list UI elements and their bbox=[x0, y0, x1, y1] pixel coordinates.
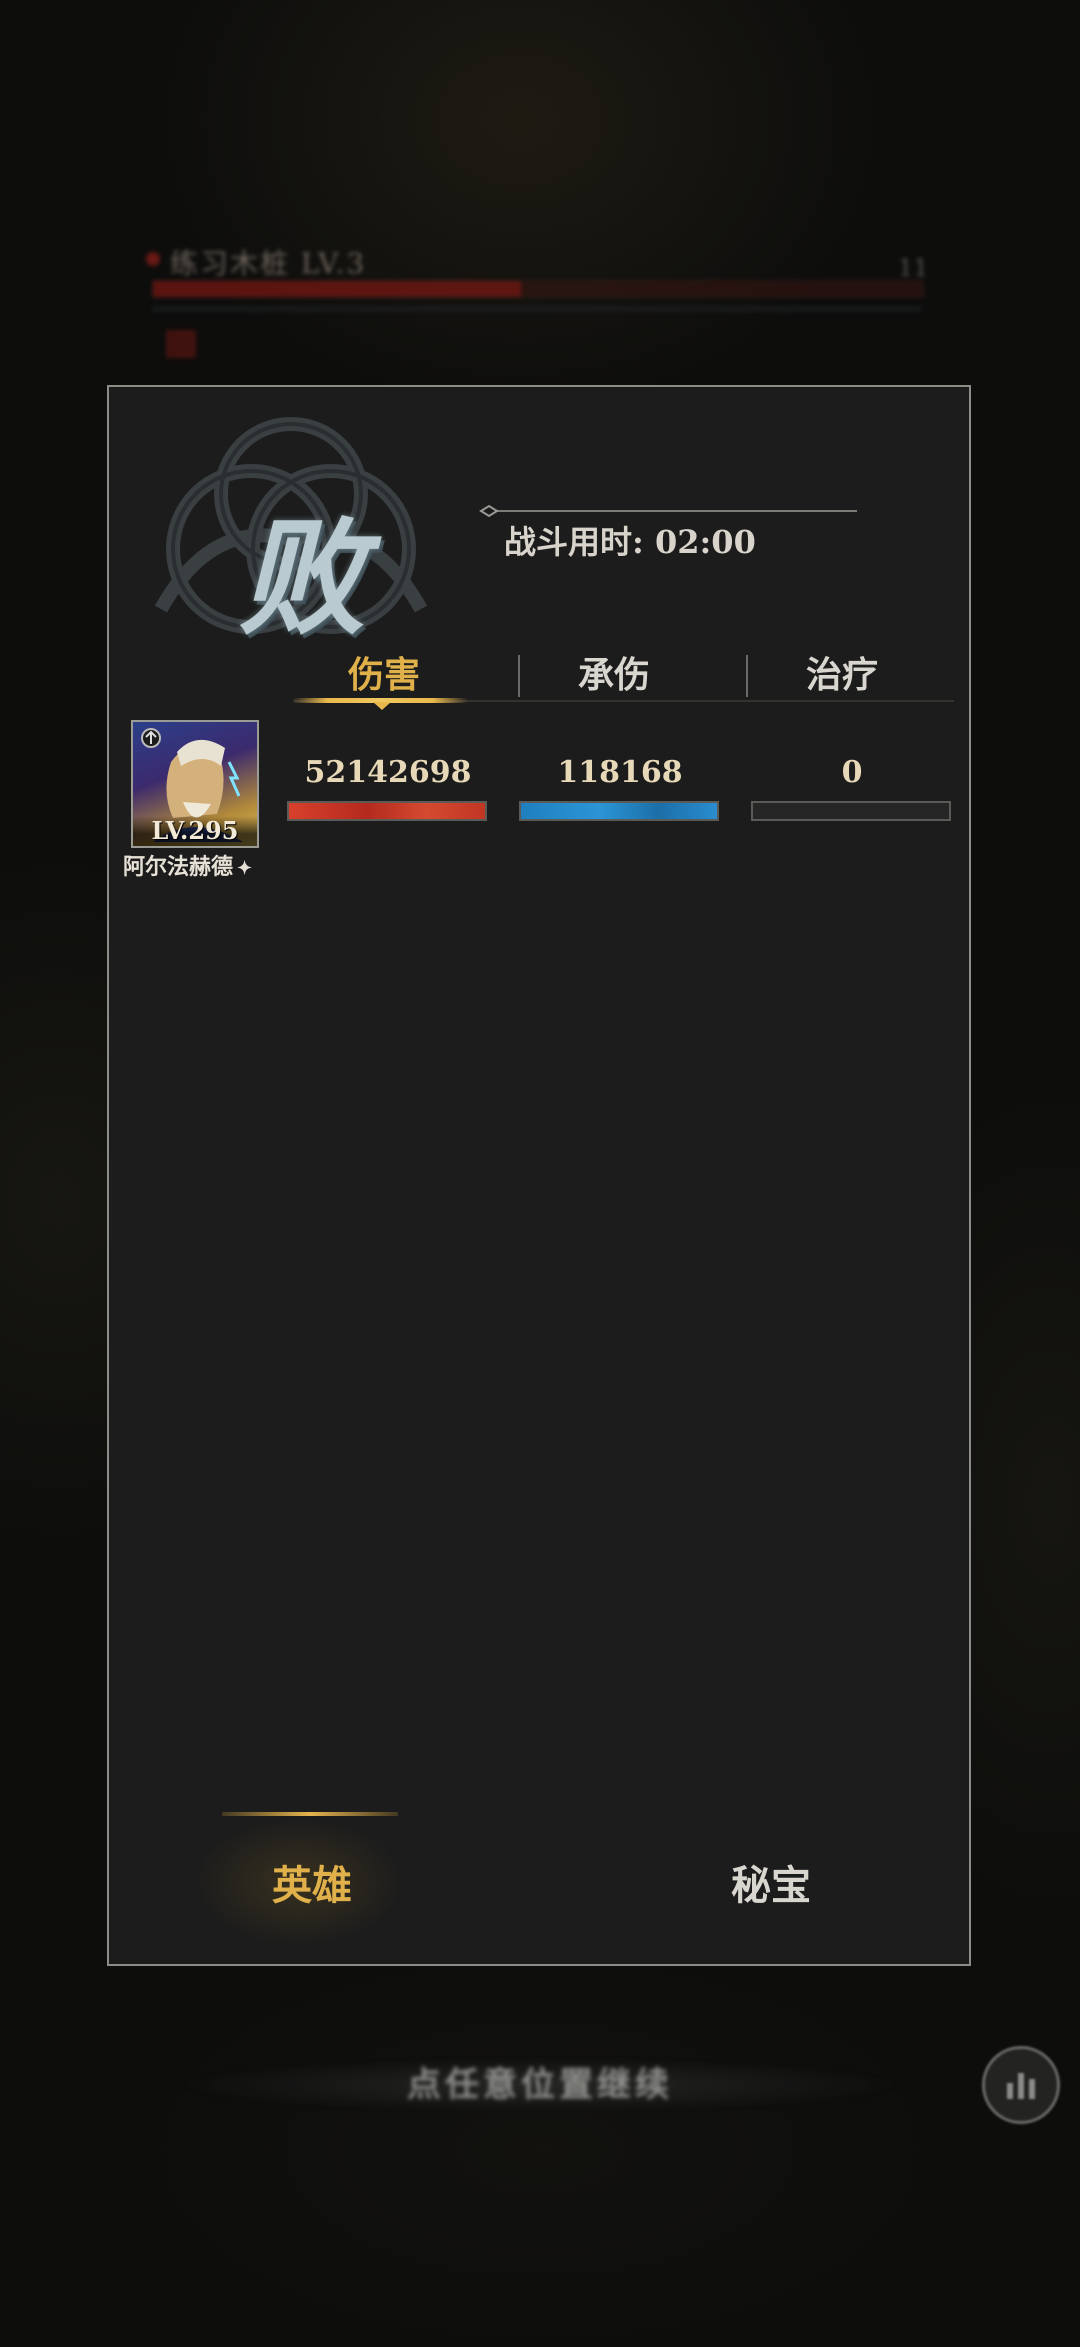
defeat-title: 败 bbox=[239, 504, 365, 652]
tab-damage-taken[interactable]: 承伤 bbox=[529, 645, 699, 705]
hero-portrait[interactable]: LV.295 bbox=[131, 720, 259, 848]
tab-relics[interactable]: 秘宝 bbox=[731, 1853, 811, 1911]
bar-chart-icon bbox=[1007, 2073, 1035, 2099]
enemy-health-bar bbox=[152, 280, 924, 298]
sparkle-icon: ✦ bbox=[237, 858, 253, 879]
stage-count: 11 bbox=[898, 254, 929, 282]
tap-to-continue-hint[interactable]: 点任意位置继续 bbox=[150, 2055, 930, 2115]
healing-value: 0 bbox=[841, 755, 863, 790]
damage-bar bbox=[287, 801, 487, 821]
tab-separator bbox=[746, 655, 748, 697]
stage-title: 练习木桩 LV.3 bbox=[170, 247, 367, 280]
damage-value: 52142698 bbox=[304, 755, 472, 790]
enemy-marker-icon bbox=[146, 252, 160, 266]
healing-bar bbox=[751, 801, 951, 821]
stat-tabs: 伤害 承伤 治疗 bbox=[299, 645, 959, 705]
tab-damage[interactable]: 伤害 bbox=[299, 645, 469, 705]
active-tab-arrow-icon bbox=[373, 702, 391, 710]
statistics-button[interactable] bbox=[982, 2046, 1060, 2124]
hero-name-row: 阿尔法赫德 ✦ bbox=[123, 849, 252, 881]
damage-taken-value: 118168 bbox=[557, 755, 683, 790]
enemy-shield-bar bbox=[152, 306, 922, 312]
tab-healing[interactable]: 治疗 bbox=[757, 645, 927, 705]
active-bottom-tab-indicator bbox=[222, 1812, 398, 1816]
battle-duration: 战斗用时: 02:00 bbox=[504, 523, 756, 561]
buff-icon bbox=[166, 330, 196, 358]
damage-taken-bar bbox=[519, 801, 719, 821]
battle-result-panel: 败 战斗用时: 02:00 伤害 承伤 治疗 LV.295 阿尔法赫德 ✦ 521… bbox=[107, 385, 971, 1966]
tab-separator bbox=[518, 655, 520, 697]
tab-heroes[interactable]: 英雄 bbox=[272, 1853, 352, 1911]
hero-level: LV.295 bbox=[133, 816, 257, 846]
hero-name: 阿尔法赫德 bbox=[123, 854, 234, 880]
